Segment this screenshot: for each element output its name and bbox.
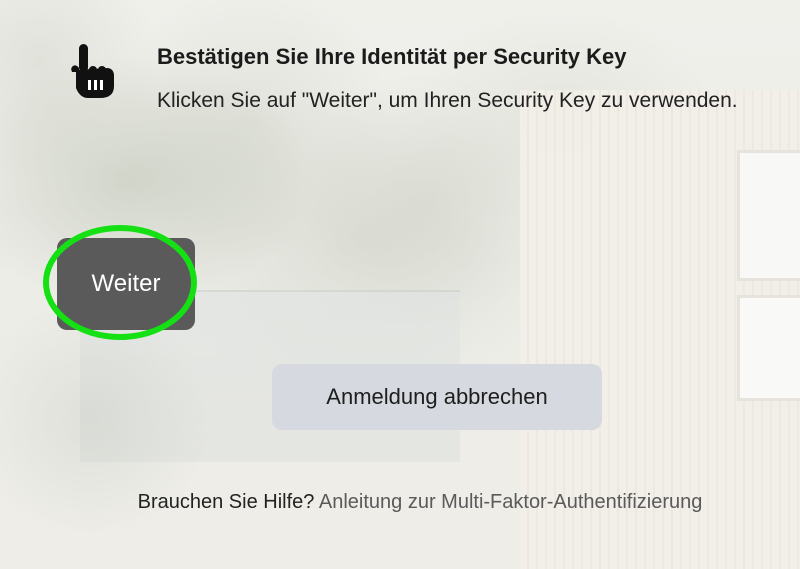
security-key-prompt: Bestätigen Sie Ihre Identität per Securi…	[0, 0, 800, 569]
help-section: Brauchen Sie Hilfe? Anleitung zur Multi-…	[120, 484, 720, 520]
cancel-login-button[interactable]: Anmeldung abbrechen	[272, 364, 602, 430]
login-page: Bestätigen Sie Ihre Identität per Securi…	[0, 0, 800, 569]
continue-button[interactable]: Weiter	[57, 238, 195, 330]
mfa-guide-link[interactable]: Anleitung zur Multi-Faktor-Authentifizie…	[319, 491, 703, 513]
prompt-description: Klicken Sie auf "Weiter", um Ihren Secur…	[157, 89, 738, 112]
prompt-title: Bestätigen Sie Ihre Identität per Securi…	[157, 44, 627, 69]
hand-pointer-icon	[71, 44, 114, 98]
help-text: Brauchen Sie Hilfe?	[137, 491, 315, 513]
